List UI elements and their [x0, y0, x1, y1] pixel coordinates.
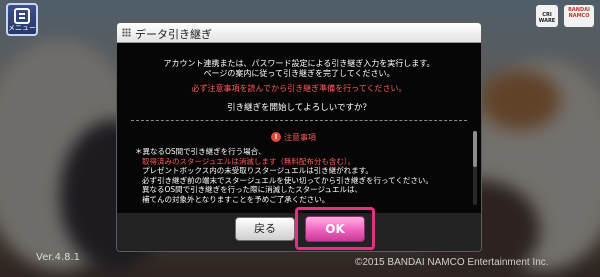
notes-scroll-thumb[interactable]: [473, 131, 477, 167]
menu-button[interactable]: メニュー: [6, 3, 38, 36]
note-line: 取得済みのスタージュエルは消滅します（無料配布分も含む）。: [142, 156, 356, 166]
dots-icon: [122, 28, 131, 37]
note-line: ＊異なるOS間で引き継ぎを行う場合、: [135, 147, 266, 156]
version-label: Ver.4.8.1: [36, 252, 81, 263]
bandai-namco-logo: BANDAI NAMCO: [564, 5, 594, 27]
back-button[interactable]: 戻る: [235, 217, 295, 241]
dialog-title: データ引き継ぎ: [135, 28, 212, 41]
warning-line: 必ず注意事項を読んでから引き継ぎ準備を行ってください。: [191, 84, 407, 93]
ok-button[interactable]: OK: [305, 216, 365, 242]
copyright-text: ©2015 BANDAI NAMCO Entertainment Inc.: [355, 257, 549, 268]
note-line: 補てんの対象外となりますことを予めご了承ください。: [142, 194, 330, 204]
intro-text: アカウント連携または、パスワード設定による引き継ぎ入力を実行します。 ページの案…: [117, 59, 481, 79]
menu-label: メニュー: [8, 24, 36, 32]
intro-line: アカウント連携または、パスワード設定による引き継ぎ入力を実行します。: [163, 59, 435, 68]
note-line: 異なるOS間で引き継ぎを行った際に消滅したスタージュエルは、: [142, 185, 362, 194]
warning-icon: !: [271, 132, 281, 142]
intro-line: ページの案内に従って引き継ぎを完了してください。: [203, 69, 395, 78]
notes-list: ＊異なるOS間で引き継ぎを行う場合、 取得済みのスタージュエルは消滅します（無料…: [135, 147, 433, 204]
notice-title: 注意事項: [284, 133, 316, 142]
confirm-question: 引き継ぎを開始してよろしいですか？: [227, 103, 371, 113]
note-line: プレゼントボックス内の未受取りスタージュエルは引き継がれます。: [142, 166, 373, 175]
criware-logo: CRI WARE: [536, 5, 558, 27]
dialog-header: データ引き継ぎ: [117, 23, 481, 43]
divider: [131, 120, 467, 121]
menu-icon: [14, 8, 30, 24]
note-line: 必ず引き継ぎ前の端末でスタージュエルを使い切ってから引き継ぎを行ってください。: [142, 175, 433, 185]
